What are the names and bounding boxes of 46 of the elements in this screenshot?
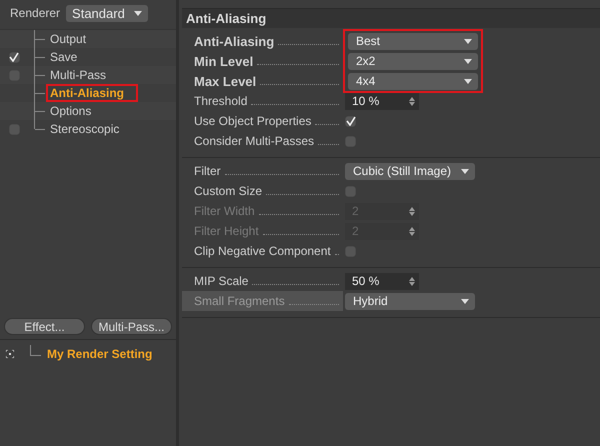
- checkbox[interactable]: [8, 52, 20, 62]
- field-label: Max Level: [192, 71, 343, 91]
- field-label: Custom Size: [192, 181, 343, 201]
- number-field[interactable]: 10 %: [345, 92, 419, 110]
- field-label: Filter: [192, 161, 343, 181]
- stepper-icon: [409, 96, 415, 106]
- caret-icon: [134, 10, 142, 16]
- renderer-dropdown[interactable]: Standard: [66, 4, 148, 22]
- dropdown[interactable]: Hybrid: [345, 292, 475, 310]
- field-label: Filter Height: [192, 221, 343, 241]
- field-label: Consider Multi-Passes: [192, 131, 343, 151]
- field-label: Filter Width: [192, 201, 343, 221]
- field-label: Use Object Properties: [192, 111, 343, 131]
- caret-icon: [461, 168, 469, 174]
- dropdown[interactable]: Cubic (Still Image): [345, 162, 475, 180]
- caret-icon: [464, 38, 472, 44]
- checkbox[interactable]: [345, 136, 356, 146]
- checkbox[interactable]: [345, 116, 356, 126]
- checkbox[interactable]: [345, 186, 356, 196]
- tree-item[interactable]: Stereoscopic: [46, 120, 124, 138]
- number-field[interactable]: 50 %: [345, 272, 419, 290]
- field-label: Clip Negative Component: [192, 241, 343, 261]
- checkbox[interactable]: [345, 246, 356, 256]
- stepper-icon: [409, 226, 415, 236]
- tree-item[interactable]: Anti-Aliasing: [46, 84, 138, 102]
- stepper-icon: [409, 206, 415, 216]
- tree-item[interactable]: Save: [46, 48, 82, 66]
- renderer-label: Renderer: [10, 6, 60, 20]
- dropdown[interactable]: Best: [348, 32, 478, 50]
- field-label: Threshold: [192, 91, 343, 111]
- caret-icon: [464, 58, 472, 64]
- dropdown[interactable]: 2x2: [348, 52, 478, 70]
- panel-button[interactable]: Multi-Pass...: [91, 318, 172, 335]
- field-label: Min Level: [192, 51, 343, 71]
- panel-title: Anti-Aliasing: [182, 8, 600, 28]
- render-setting-item[interactable]: My Render Setting: [47, 347, 152, 361]
- field-label: Small Fragments: [182, 291, 343, 311]
- field-label: MIP Scale: [192, 271, 343, 291]
- dropdown[interactable]: 4x4: [348, 72, 478, 90]
- caret-icon: [461, 298, 469, 304]
- field-label: Anti-Aliasing: [192, 31, 343, 51]
- stepper-icon: [409, 276, 415, 286]
- checkbox[interactable]: [8, 124, 20, 134]
- focus-icon: [6, 350, 14, 358]
- caret-icon: [464, 78, 472, 84]
- panel-button[interactable]: Effect...: [4, 318, 85, 335]
